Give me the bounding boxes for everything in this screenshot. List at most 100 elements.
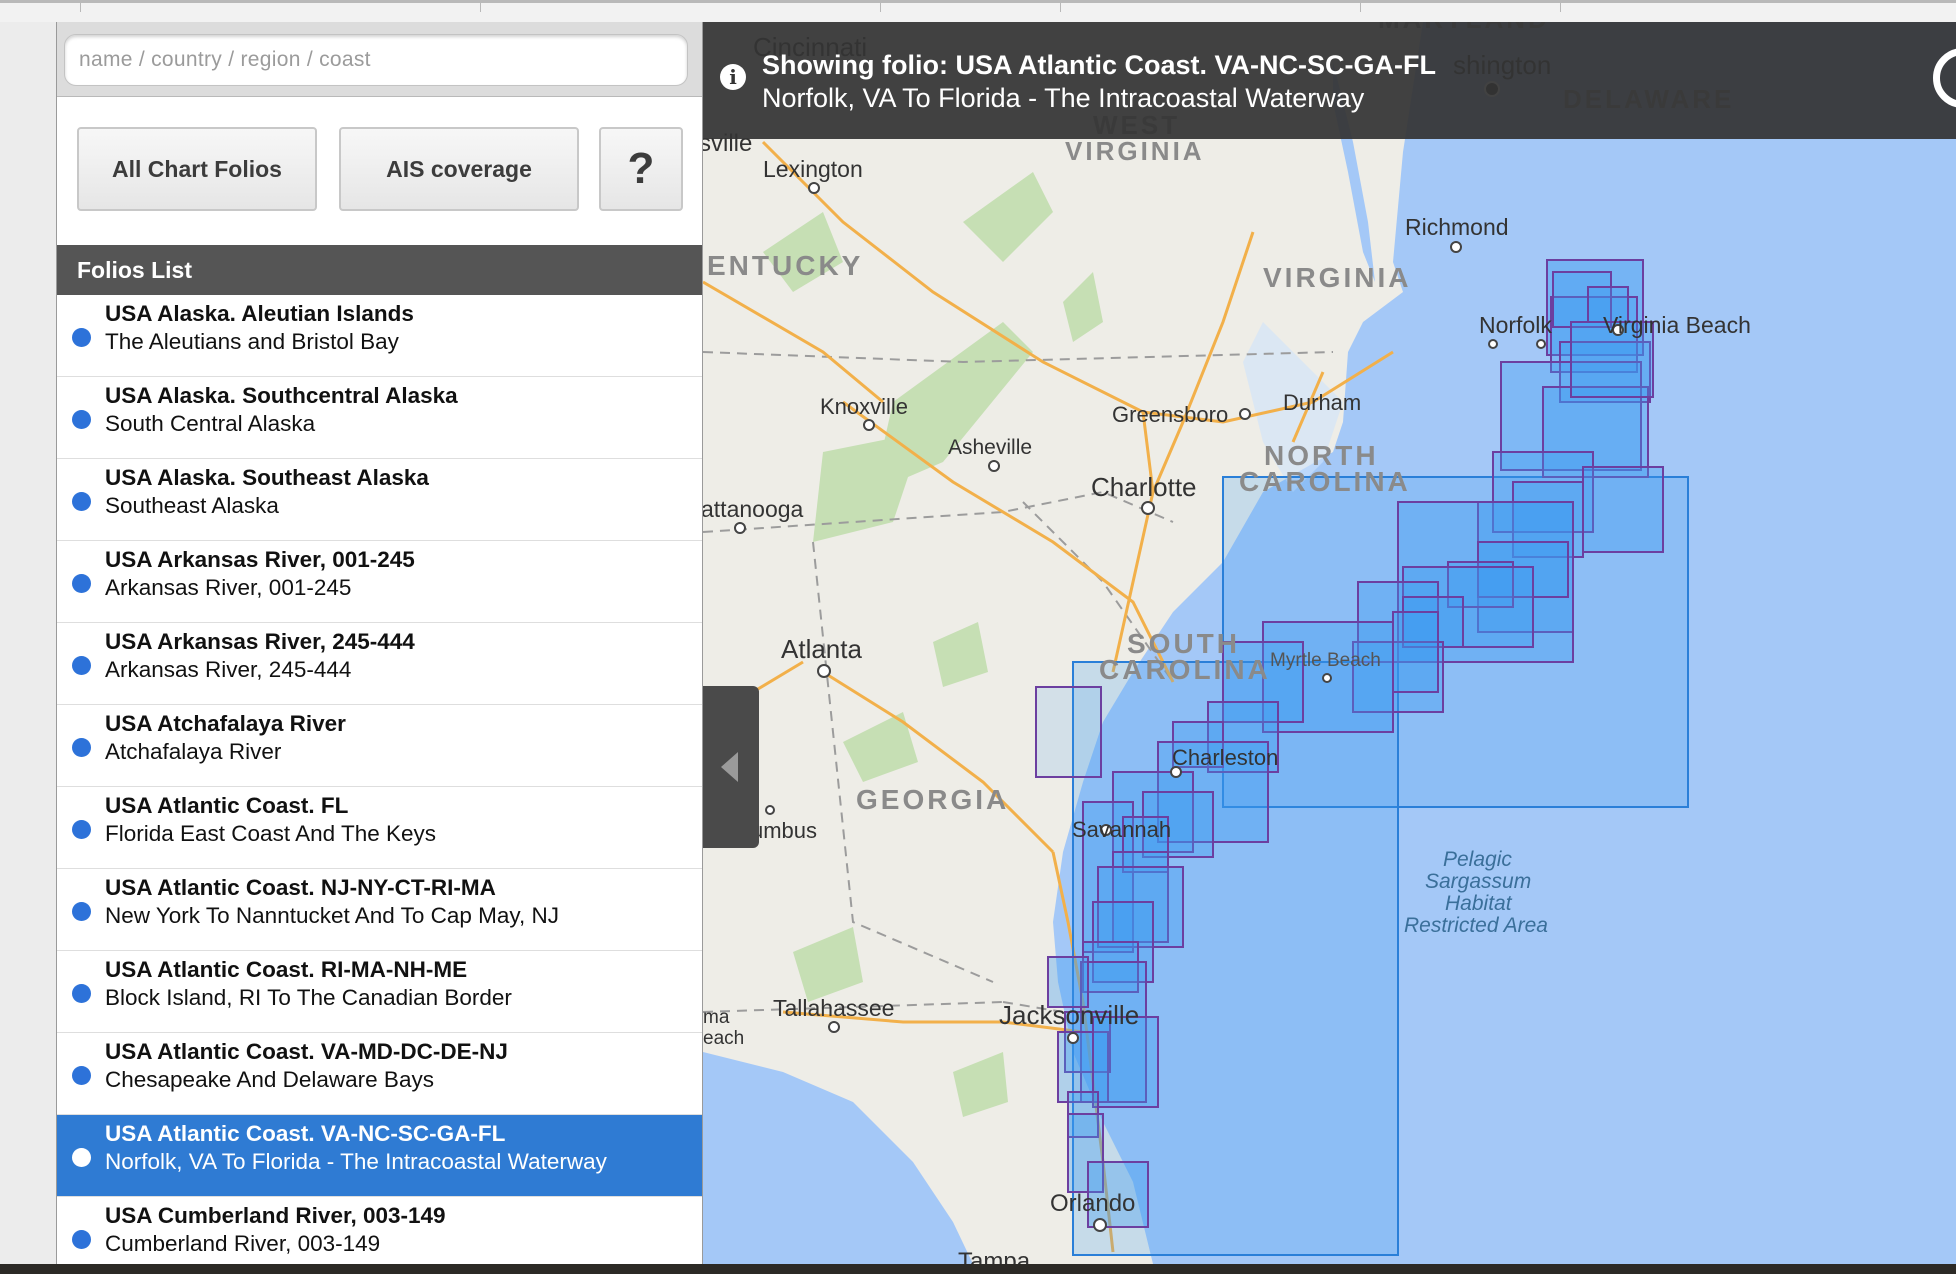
chevron-left-icon [721, 752, 738, 782]
city-label-columbus: umbus [751, 818, 818, 843]
folio-subtitle: Arkansas River, 001-245 [105, 575, 352, 600]
bullet-icon [72, 1230, 91, 1249]
folio-title: USA Alaska. Southcentral Alaska [105, 383, 458, 408]
folio-subtitle: Arkansas River, 245-444 [105, 657, 352, 682]
city-label-charlotte: Charlotte [1091, 472, 1197, 502]
bullet-icon [72, 984, 91, 1003]
folio-title: USA Alaska. Southeast Alaska [105, 465, 429, 490]
folio-list-item[interactable]: USA Alaska. Aleutian Islands The Aleutian… [57, 295, 702, 377]
bullet-icon [72, 738, 91, 757]
folio-list-item[interactable]: USA Atchafalaya River Atchafalaya River [57, 705, 702, 787]
folio-title: USA Arkansas River, 001-245 [105, 547, 415, 572]
folios-list-header: Folios List [57, 245, 702, 295]
state-label-virginia: VIRGINIA [1263, 262, 1412, 293]
city-label-tallahassee: Tallahassee [773, 995, 895, 1021]
bullet-icon [72, 1148, 91, 1167]
sea-area-label-2: Sargassum [1425, 870, 1532, 893]
banner-subtitle: Norfolk, VA To Florida - The Intracoasta… [762, 83, 1365, 113]
folio-list-item[interactable]: USA Atlantic Coast. VA-NC-SC-GA-FL Norfol… [57, 1115, 702, 1197]
folio-list-item[interactable]: USA Atlantic Coast. FL Florida East Coast… [57, 787, 702, 869]
folio-subtitle: The Aleutians and Bristol Bay [105, 329, 399, 354]
city-label-myrtle-beach: Myrtle Beach [1270, 650, 1381, 671]
search-input[interactable] [64, 34, 688, 86]
folio-title: USA Atlantic Coast. VA-NC-SC-GA-FL [105, 1121, 506, 1146]
folio-list-item[interactable]: USA Atlantic Coast. RI-MA-NH-ME Block Isl… [57, 951, 702, 1033]
city-label-savannah: Savannah [1072, 817, 1172, 842]
folio-title: USA Alaska. Aleutian Islands [105, 301, 414, 326]
folio-subtitle: Norfolk, VA To Florida - The Intracoasta… [105, 1149, 607, 1174]
folio-info-banner: i Showing folio: USA Atlantic Coast. VA-… [703, 22, 1956, 139]
state-label-west-virginia: VIRGINIA [1065, 136, 1205, 166]
folio-title: USA Atchafalaya River [105, 711, 346, 736]
folio-list-item[interactable]: USA Atlantic Coast. VA-MD-DC-DE-NJ Chesap… [57, 1033, 702, 1115]
folio-subtitle: Florida East Coast And The Keys [105, 821, 437, 846]
folio-list-item[interactable]: USA Alaska. Southcentral Alaska South Cen… [57, 377, 702, 459]
folio-subtitle: Cumberland River, 003-149 [105, 1231, 381, 1256]
ais-coverage-button[interactable]: AIS coverage [339, 127, 579, 211]
city-label-chattanooga: attanooga [703, 496, 804, 522]
bullet-icon [72, 328, 91, 347]
bullet-icon [72, 902, 91, 921]
state-label-georgia: GEORGIA [856, 784, 1010, 815]
folio-list-item[interactable]: USA Alaska. Southeast Alaska Southeast Al… [57, 459, 702, 541]
folio-subtitle: Block Island, RI To The Canadian Border [105, 985, 512, 1010]
city-label-asheville: Asheville [948, 436, 1033, 459]
sea-area-label-4: Restricted Area [1404, 914, 1548, 937]
button-row: All Chart Folios AIS coverage ? [57, 97, 702, 245]
city-label-virginia-beach: Virginia Beach [1603, 312, 1751, 338]
search-bar [57, 22, 702, 97]
city-label-richmond: Richmond [1405, 214, 1509, 240]
bullet-icon [72, 492, 91, 511]
state-label-kentucky: ENTUCKY [707, 250, 864, 281]
city-label-atlanta: Atlanta [781, 634, 862, 664]
folio-title: USA Arkansas River, 245-444 [105, 629, 415, 654]
folio-title: USA Atlantic Coast. FL [105, 793, 349, 818]
city-label-norfolk: Norfolk [1479, 312, 1552, 338]
folio-list-item[interactable]: USA Arkansas River, 245-444 Arkansas Rive… [57, 623, 702, 705]
banner-title: Showing folio: USA Atlantic Coast. VA-NC… [762, 50, 1436, 80]
map-canvas[interactable] [703, 22, 1956, 1264]
city-label-jacksonville: Jacksonville [999, 1000, 1140, 1030]
city-label-panama-city-1: ma [703, 1007, 730, 1028]
city-label-panama-city-2: each [703, 1028, 745, 1049]
bottom-strip [0, 1264, 1956, 1274]
folio-title: USA Atlantic Coast. VA-MD-DC-DE-NJ [105, 1039, 508, 1064]
folio-subtitle: New York To Nanntucket And To Cap May, N… [105, 903, 559, 928]
locate-icon[interactable] [1933, 48, 1956, 108]
app-window: All Chart Folios AIS coverage ? Folios L… [0, 0, 1956, 1274]
sea-area-label-1: Pelagic [1443, 848, 1512, 871]
bullet-icon [72, 820, 91, 839]
city-label-orlando: Orlando [1050, 1190, 1136, 1217]
city-label-knoxville: Knoxville [820, 394, 909, 419]
city-label-charleston: Charleston [1172, 745, 1279, 770]
info-icon: i [720, 64, 746, 90]
folios-list: USA Alaska. Aleutian Islands The Aleutian… [57, 295, 702, 1264]
city-label-lexington: Lexington [763, 156, 863, 182]
folio-title: USA Cumberland River, 003-149 [105, 1203, 446, 1228]
folio-subtitle: South Central Alaska [105, 411, 316, 436]
collapse-sidebar-button[interactable] [703, 686, 759, 848]
folio-title: USA Atlantic Coast. RI-MA-NH-ME [105, 957, 468, 982]
bullet-icon [72, 656, 91, 675]
folio-subtitle: Atchafalaya River [105, 739, 282, 764]
bullet-icon [72, 574, 91, 593]
city-label-durham: Durham [1283, 390, 1362, 415]
city-label-greensboro: Greensboro [1112, 402, 1229, 427]
map-view[interactable]: CincinnatishingtonsvilleLexingtonRichmon… [703, 22, 1956, 1264]
folio-subtitle: Chesapeake And Delaware Bays [105, 1067, 434, 1092]
folio-list-item[interactable]: USA Arkansas River, 001-245 Arkansas Rive… [57, 541, 702, 623]
sea-area-label-3: Habitat [1445, 892, 1512, 915]
bullet-icon [72, 410, 91, 429]
folio-list-item[interactable]: USA Atlantic Coast. NJ-NY-CT-RI-MA New Yo… [57, 869, 702, 951]
folio-list-item[interactable]: USA Cumberland River, 003-149 Cumberland … [57, 1197, 702, 1264]
help-button[interactable]: ? [599, 127, 683, 211]
state-label-north-carolina: CAROLINA [1239, 466, 1411, 497]
folio-subtitle: Southeast Alaska [105, 493, 279, 518]
city-label-tampa: Tampa [958, 1248, 1031, 1264]
top-strip [0, 0, 1956, 22]
sidebar: All Chart Folios AIS coverage ? Folios L… [56, 22, 703, 1264]
folio-title: USA Atlantic Coast. NJ-NY-CT-RI-MA [105, 875, 496, 900]
all-chart-folios-button[interactable]: All Chart Folios [77, 127, 317, 211]
bullet-icon [72, 1066, 91, 1085]
state-label-south-carolina: CAROLINA [1099, 654, 1271, 685]
